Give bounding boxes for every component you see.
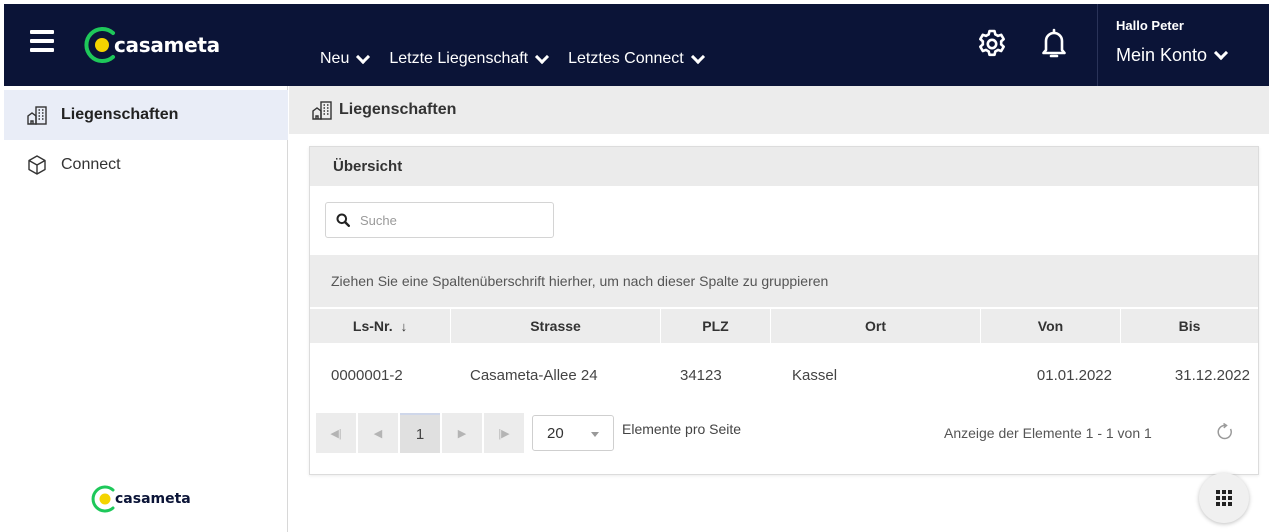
sidebar-footer-logo: casameta: [90, 484, 191, 514]
chevron-down-icon: [690, 49, 705, 64]
grid-icon: [1216, 490, 1232, 506]
nav-label: Letzte Liegenschaft: [389, 50, 529, 67]
column-header-label: Strasse: [530, 318, 581, 334]
app-frame: casameta Neu Letzte Liegenschaft Letztes…: [4, 4, 1269, 532]
pager: ◀| ◀ 1 ▶ |▶ 20 Elemente pro Seite Anzeig…: [316, 409, 1256, 457]
chevron-down-icon: [356, 49, 371, 64]
cell-von: 01.01.2022: [1036, 366, 1112, 384]
cell-strasse: Casameta-Allee 24: [470, 366, 598, 384]
search-input[interactable]: [360, 212, 540, 228]
column-header-label: Ls-Nr.: [352, 318, 393, 334]
nav-label: Letztes Connect: [568, 50, 684, 67]
page-size-value: 20: [547, 424, 564, 442]
last-page-button[interactable]: |▶: [484, 413, 524, 453]
gear-icon[interactable]: [976, 28, 1008, 60]
refresh-icon[interactable]: [1213, 420, 1237, 444]
header-divider: [1097, 4, 1098, 86]
brand-name: casameta: [114, 33, 220, 57]
cube-icon: [28, 155, 46, 175]
first-page-button[interactable]: ◀|: [316, 413, 356, 453]
main-content: Liegenschaften Übersicht Ziehen Sie eine…: [289, 86, 1269, 532]
brand-name: casameta: [115, 491, 191, 507]
sidebar-item-label: Liegenschaften: [61, 106, 179, 123]
column-header-bis[interactable]: Bis: [1120, 309, 1258, 343]
group-drop-zone[interactable]: Ziehen Sie eine Spaltenüberschrift hierh…: [310, 255, 1258, 307]
cell-bis: 31.12.2022: [1174, 366, 1250, 384]
sidebar-item-liegenschaften[interactable]: Liegenschaften: [4, 90, 288, 140]
buildings-icon: [312, 101, 332, 120]
top-nav: Neu Letzte Liegenschaft Letztes Connect: [320, 49, 724, 68]
account-label: Mein Konto: [1116, 45, 1208, 65]
page-size-select[interactable]: 20: [532, 415, 614, 451]
sort-descending-icon: ↓: [400, 318, 408, 334]
chevron-down-icon: [1213, 45, 1229, 61]
page-title: Liegenschaften: [339, 101, 457, 118]
previous-page-button[interactable]: ◀: [358, 413, 398, 453]
cell-ls-nr: 0000001-2: [331, 366, 403, 384]
menu-icon[interactable]: [30, 30, 54, 52]
dropdown-caret-icon: [591, 432, 599, 437]
search-box[interactable]: [325, 202, 554, 238]
overview-panel: Übersicht Ziehen Sie eine Spaltenübersch…: [309, 146, 1259, 475]
breadcrumb: Liegenschaften: [289, 86, 1269, 134]
sidebar-item-connect[interactable]: Connect: [4, 140, 288, 190]
account-menu[interactable]: Hallo Peter Mein Konto: [1116, 18, 1229, 66]
cell-ort: Kassel: [792, 366, 838, 384]
column-header-label: Bis: [1178, 318, 1201, 334]
nav-neu[interactable]: Neu: [320, 49, 371, 68]
top-bar: casameta Neu Letzte Liegenschaft Letztes…: [4, 4, 1269, 86]
column-header-label: PLZ: [702, 318, 729, 334]
page-size-label: Elemente pro Seite: [622, 421, 742, 437]
chevron-down-icon: [535, 49, 550, 64]
column-header-ort[interactable]: Ort: [770, 309, 980, 343]
grid-header: Ls-Nr. ↓ Strasse PLZ Ort Von Bis: [310, 309, 1258, 343]
apps-grid-button[interactable]: [1199, 473, 1249, 523]
next-page-button[interactable]: ▶: [442, 413, 482, 453]
buildings-icon: [27, 106, 47, 125]
cell-plz: 34123: [680, 366, 722, 384]
table-row[interactable]: 0000001-2 Casameta-Allee 24 34123 Kassel…: [310, 343, 1258, 407]
account-dropdown[interactable]: Mein Konto: [1116, 45, 1229, 66]
column-header-label: Von: [1037, 318, 1064, 334]
column-header-strasse[interactable]: Strasse: [450, 309, 660, 343]
logo-mark-icon: [82, 25, 122, 65]
nav-letztes-connect[interactable]: Letztes Connect: [568, 49, 705, 68]
bell-icon[interactable]: [1040, 26, 1068, 60]
panel-title: Übersicht: [310, 147, 1258, 186]
column-header-von[interactable]: Von: [980, 309, 1120, 343]
brand-logo[interactable]: casameta: [82, 22, 220, 68]
column-header-plz[interactable]: PLZ: [660, 309, 770, 343]
pager-info: Anzeige der Elemente 1 - 1 von 1: [944, 425, 1152, 441]
group-hint-text: Ziehen Sie eine Spaltenüberschrift hierh…: [331, 273, 829, 289]
page-number-button[interactable]: 1: [400, 413, 440, 453]
nav-label: Neu: [320, 50, 350, 67]
search-icon: [326, 203, 360, 237]
column-header-label: Ort: [865, 318, 886, 334]
greeting-text: Hallo Peter: [1116, 18, 1184, 33]
sidebar: Liegenschaften Connect casameta: [4, 86, 288, 532]
column-header-ls-nr[interactable]: Ls-Nr. ↓: [310, 309, 450, 343]
nav-letzte-liegenschaft[interactable]: Letzte Liegenschaft: [389, 49, 550, 68]
sidebar-item-label: Connect: [61, 156, 121, 173]
